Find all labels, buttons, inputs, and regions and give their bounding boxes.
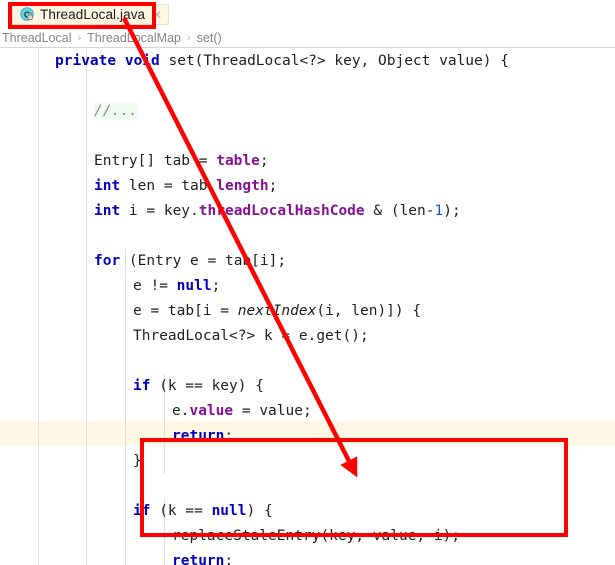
- code-token: return: [172, 553, 225, 565]
- breadcrumb-item-0[interactable]: ThreadLocal: [2, 31, 72, 45]
- code-line[interactable]: e = tab[i = nextIndex(i, len)]) {: [0, 299, 615, 324]
- code-token: ;: [268, 178, 278, 194]
- code-token: e.: [172, 403, 190, 419]
- code-token: ) {: [246, 503, 273, 519]
- code-token: set(ThreadLocal<?> key, Object value) {: [159, 53, 509, 69]
- code-token: ;: [259, 153, 269, 169]
- code-line[interactable]: }: [0, 449, 615, 474]
- code-token: replaceStaleEntry(key, value, i);: [172, 528, 461, 544]
- code-token: ;: [224, 553, 234, 565]
- code-token: );: [443, 203, 461, 219]
- code-token: private: [55, 53, 117, 69]
- code-token: //...: [94, 103, 138, 119]
- breadcrumb-item-1[interactable]: ThreadLocalMap: [87, 31, 181, 45]
- code-token: nextIndex: [237, 303, 317, 319]
- code-token: value: [189, 403, 234, 419]
- code-token: length: [216, 178, 269, 194]
- code-token: null: [211, 503, 247, 519]
- code-line[interactable]: ThreadLocal<?> k = e.get();: [0, 324, 615, 349]
- editor-tab-threadlocal-java[interactable]: C ThreadLocal.java ✕: [12, 4, 170, 25]
- code-token: if: [133, 503, 151, 519]
- code-token: Entry[] tab =: [94, 153, 217, 169]
- breadcrumb-item-2[interactable]: set(): [197, 31, 222, 45]
- code-token: len = tab.: [120, 178, 217, 194]
- code-token: int: [94, 203, 121, 219]
- code-line[interactable]: Entry[] tab = table;: [0, 149, 615, 174]
- code-token: e !=: [133, 278, 177, 294]
- code-token: (k ==: [150, 503, 212, 519]
- code-line[interactable]: [0, 124, 615, 149]
- code-token: for: [94, 253, 121, 269]
- code-token: 1: [434, 203, 444, 219]
- code-line[interactable]: int i = key.threadLocalHashCode & (len-1…: [0, 199, 615, 224]
- code-line[interactable]: return;: [0, 424, 615, 449]
- code-token: e = tab[i =: [133, 303, 238, 319]
- code-token: i = key.: [120, 203, 199, 219]
- code-token: void: [124, 53, 160, 69]
- close-icon[interactable]: ✕: [152, 9, 162, 21]
- code-line[interactable]: [0, 474, 615, 499]
- code-line[interactable]: //...: [0, 99, 615, 124]
- code-line[interactable]: return;: [0, 549, 615, 565]
- code-line[interactable]: if (k == key) {: [0, 374, 615, 399]
- code-token: (i, len)]) {: [316, 303, 422, 319]
- code-line[interactable]: [0, 349, 615, 374]
- code-line[interactable]: replaceStaleEntry(key, value, i);: [0, 524, 615, 549]
- code-token: ;: [211, 278, 221, 294]
- code-line[interactable]: int len = tab.length;: [0, 174, 615, 199]
- editor-tab-bar: C ThreadLocal.java ✕: [0, 0, 615, 28]
- breadcrumb-separator: ›: [77, 31, 82, 44]
- code-line[interactable]: if (k == null) {: [0, 499, 615, 524]
- code-editor[interactable]: private void set(ThreadLocal<?> key, Obj…: [0, 49, 615, 565]
- code-token: (Entry e = tab[i];: [120, 253, 287, 269]
- code-line[interactable]: private void set(ThreadLocal<?> key, Obj…: [0, 49, 615, 74]
- code-line[interactable]: [0, 74, 615, 99]
- editor-tab-label: ThreadLocal.java: [40, 7, 146, 22]
- code-token: threadLocalHashCode: [198, 203, 365, 219]
- code-content[interactable]: private void set(ThreadLocal<?> key, Obj…: [0, 49, 615, 565]
- code-line[interactable]: for (Entry e = tab[i];: [0, 249, 615, 274]
- breadcrumb-list: ThreadLocal › ThreadLocalMap › set(): [0, 31, 222, 45]
- breadcrumb: ThreadLocal › ThreadLocalMap › set(): [0, 28, 615, 48]
- code-line[interactable]: e.value = value;: [0, 399, 615, 424]
- breadcrumb-separator: ›: [186, 31, 191, 44]
- code-token: (k == key) {: [150, 378, 264, 394]
- code-token: int: [94, 178, 121, 194]
- code-line[interactable]: e != null;: [0, 274, 615, 299]
- code-line[interactable]: [0, 224, 615, 249]
- code-token: table: [216, 153, 260, 169]
- code-token: ;: [224, 428, 234, 444]
- code-token: = value;: [233, 403, 312, 419]
- java-class-icon: C: [20, 7, 35, 22]
- code-token: if: [133, 378, 151, 394]
- code-token: null: [176, 278, 212, 294]
- code-token: }: [133, 453, 142, 469]
- code-token: return: [172, 428, 225, 444]
- code-token: & (len-: [364, 203, 435, 219]
- code-token: ThreadLocal<?> k = e.get();: [133, 328, 369, 344]
